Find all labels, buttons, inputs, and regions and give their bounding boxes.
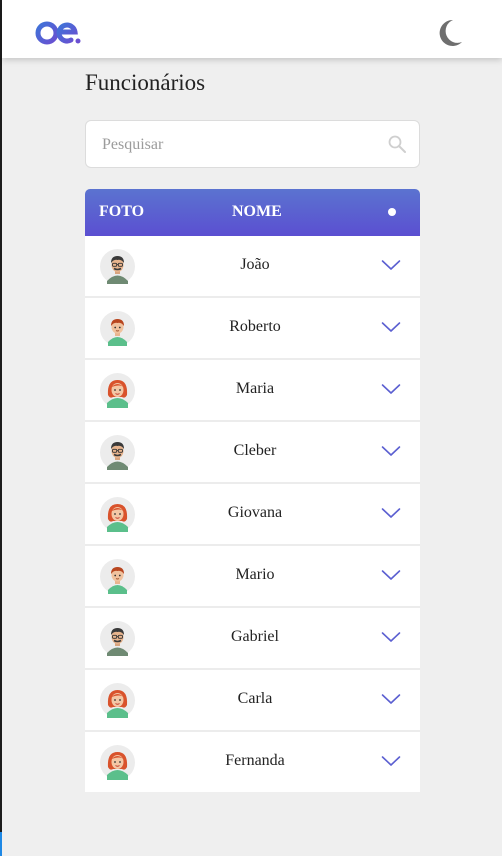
table-row[interactable]: Giovana bbox=[85, 484, 420, 546]
employee-name: Maria bbox=[235, 380, 275, 397]
chevron-down-icon[interactable] bbox=[381, 320, 401, 334]
avatar-woman-icon bbox=[100, 497, 135, 532]
employee-name: Mario bbox=[235, 566, 275, 583]
search-input[interactable] bbox=[100, 131, 374, 159]
chevron-down-icon[interactable] bbox=[381, 692, 401, 706]
avatar-woman-icon bbox=[100, 373, 135, 408]
table-header: FOTO NOME bbox=[85, 189, 420, 236]
window-edge-accent bbox=[0, 832, 2, 856]
header-dot-icon bbox=[388, 208, 396, 216]
chevron-down-icon[interactable] bbox=[381, 754, 401, 768]
search-icon[interactable] bbox=[388, 135, 406, 153]
avatar-man-glasses-icon bbox=[100, 249, 135, 284]
table-row[interactable]: Cleber bbox=[85, 422, 420, 484]
table-row[interactable]: Mario bbox=[85, 546, 420, 608]
employee-name: João bbox=[240, 256, 270, 273]
table-row[interactable]: Roberto bbox=[85, 298, 420, 360]
chevron-down-icon[interactable] bbox=[381, 568, 401, 582]
avatar-woman-icon bbox=[100, 745, 135, 780]
employee-name: Carla bbox=[237, 690, 273, 707]
column-header-nome: NOME bbox=[232, 203, 282, 220]
chevron-down-icon[interactable] bbox=[381, 258, 401, 272]
page-title: Funcionários bbox=[85, 70, 206, 95]
employee-name: Cleber bbox=[233, 442, 277, 459]
avatar-man-glasses-icon bbox=[100, 621, 135, 656]
chevron-down-icon[interactable] bbox=[381, 630, 401, 644]
table-row[interactable]: Carla bbox=[85, 670, 420, 732]
top-bar bbox=[2, 0, 502, 58]
moon-icon[interactable] bbox=[434, 18, 464, 48]
table-body: João Roberto Maria Cleber Giovana Mario Gabrie… bbox=[85, 236, 420, 792]
employee-name: Roberto bbox=[229, 318, 281, 335]
table-row[interactable]: Maria bbox=[85, 360, 420, 422]
chevron-down-icon[interactable] bbox=[381, 382, 401, 396]
be-logo[interactable] bbox=[35, 10, 81, 46]
employee-name: Gabriel bbox=[231, 628, 279, 645]
employee-name: Giovana bbox=[227, 504, 283, 521]
avatar-woman-icon bbox=[100, 683, 135, 718]
column-header-foto: FOTO bbox=[99, 203, 145, 220]
employee-name: Fernanda bbox=[225, 752, 285, 769]
table-row[interactable]: Gabriel bbox=[85, 608, 420, 670]
avatar-boy-icon bbox=[100, 311, 135, 346]
avatar-man-glasses-icon bbox=[100, 435, 135, 470]
search-box bbox=[85, 120, 420, 168]
table-row[interactable]: João bbox=[85, 236, 420, 298]
chevron-down-icon[interactable] bbox=[381, 506, 401, 520]
chevron-down-icon[interactable] bbox=[381, 444, 401, 458]
employee-table: FOTO NOME João Roberto Maria Cleber Giovana M… bbox=[85, 189, 420, 792]
window-left-edge bbox=[0, 0, 2, 856]
avatar-boy-icon bbox=[100, 559, 135, 594]
table-row[interactable]: Fernanda bbox=[85, 732, 420, 792]
